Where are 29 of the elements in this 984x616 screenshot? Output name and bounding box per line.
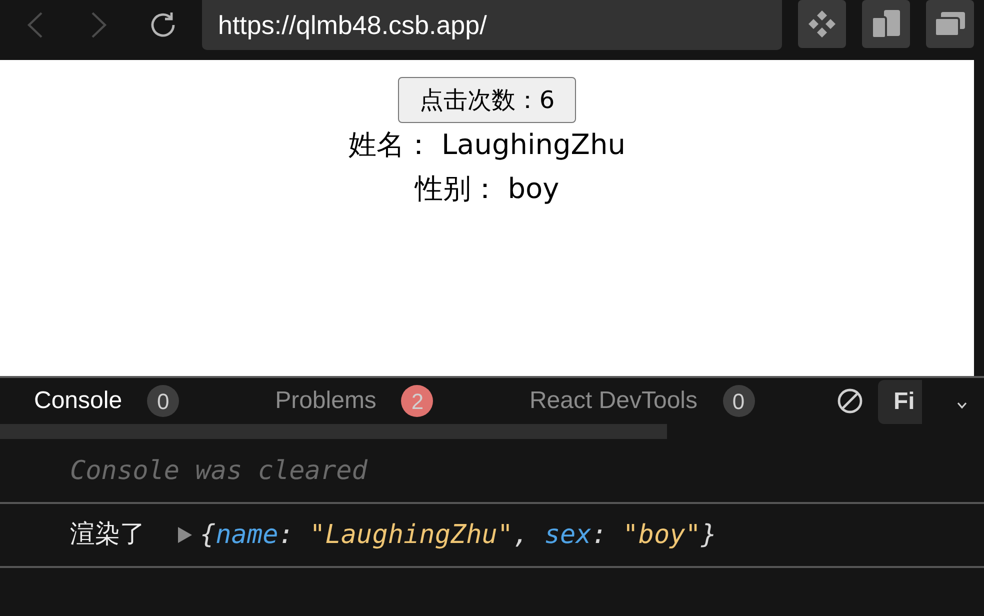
counter-button[interactable]: 点击次数：6	[398, 77, 576, 123]
log-label: 渲染了	[70, 519, 145, 550]
chevron-down-icon	[956, 402, 967, 409]
count-badge: 0	[147, 385, 180, 417]
circle-slash-icon	[836, 388, 863, 414]
devtools-tab[interactable]: Console 0	[20, 378, 194, 424]
devtools-tab[interactable]: Problems 2	[261, 378, 448, 424]
profile-line: 姓名： LaughingZhu	[348, 127, 626, 163]
profile-line: 性别： boy	[414, 171, 560, 207]
devtools-tab[interactable]: React DevTools 0	[515, 378, 769, 424]
address-field[interactable]: https://qlmb48.csb.app/	[202, 0, 782, 50]
diamond-squares-button[interactable]	[798, 0, 846, 48]
chevron-right-icon	[91, 12, 107, 38]
chevron-left-icon	[27, 12, 43, 38]
clear-console-button[interactable]	[836, 388, 863, 414]
reload-icon	[149, 11, 177, 39]
horizontal-scrollbar[interactable]	[0, 424, 667, 439]
stacked-pages-icon	[871, 9, 901, 39]
windows-button[interactable]	[926, 0, 974, 48]
pages-button[interactable]	[862, 0, 910, 48]
count-badge: 0	[722, 385, 755, 417]
dropdown-button[interactable]	[956, 402, 967, 410]
stacked-windows-icon	[934, 11, 966, 37]
object-preview: {name: "LaughingZhu", sex: "boy"}	[200, 518, 717, 552]
console-message: Console was cleared	[70, 454, 368, 488]
expand-triangle-icon[interactable]	[178, 527, 192, 543]
diamond-squares-icon	[808, 10, 836, 38]
filter-field[interactable]: Fi	[878, 380, 922, 424]
count-badge: 2	[401, 385, 434, 417]
